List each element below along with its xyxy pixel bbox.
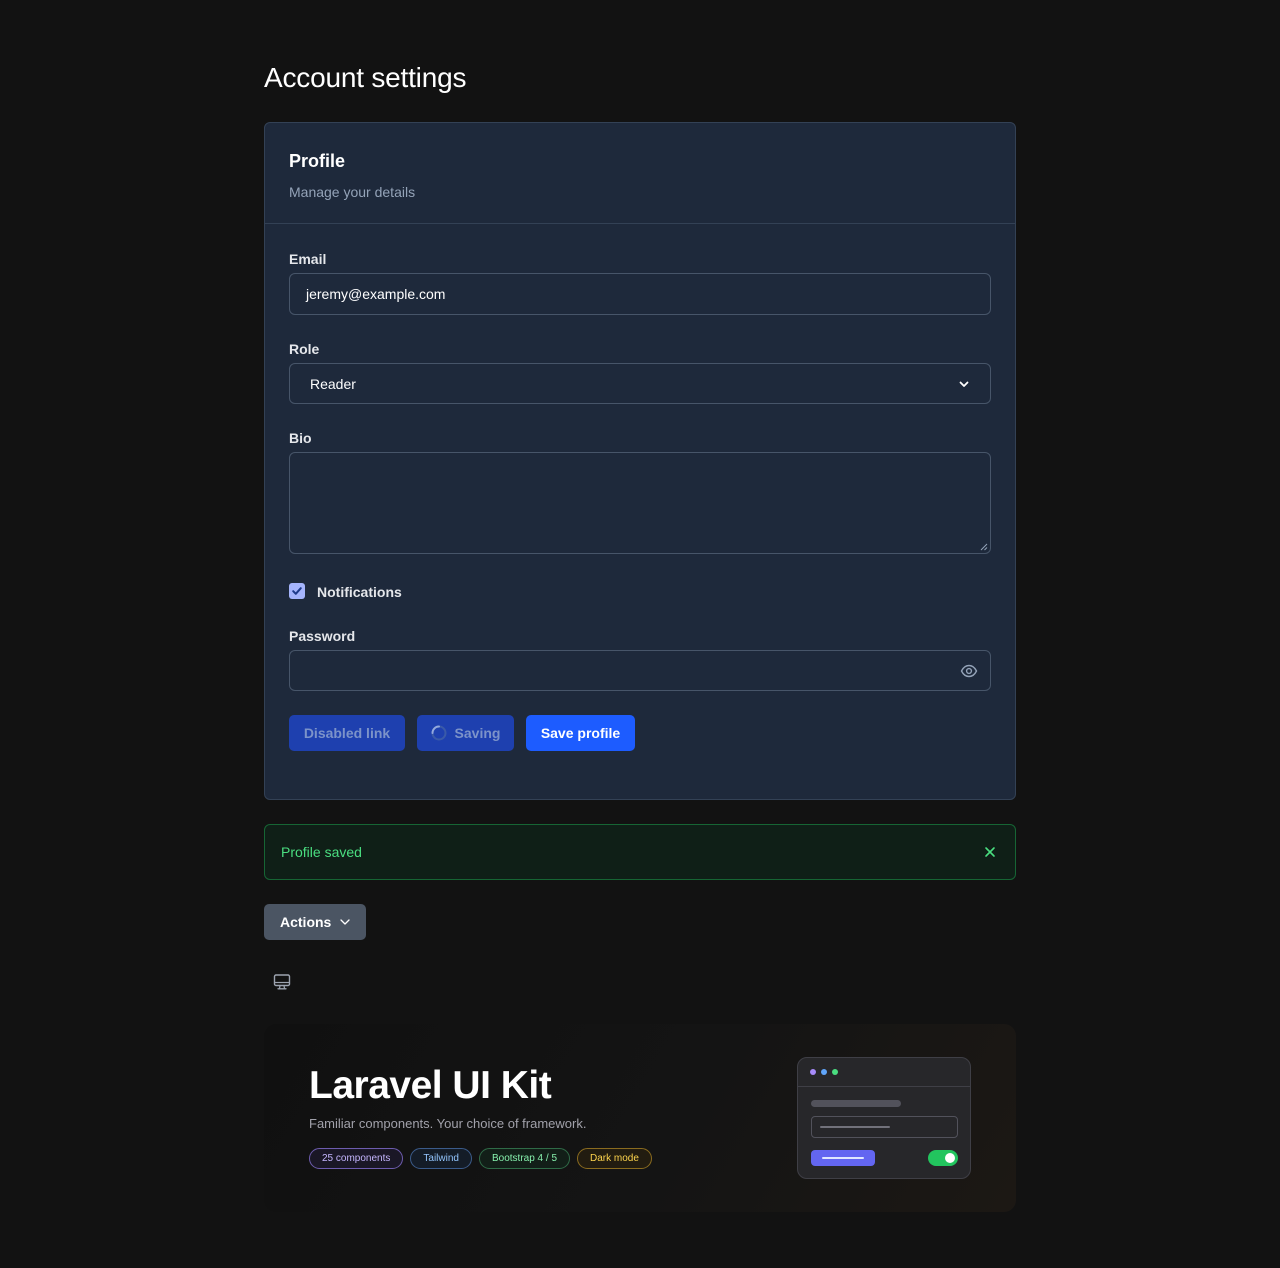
save-profile-button[interactable]: Save profile xyxy=(526,715,635,751)
preview-toggle xyxy=(928,1150,958,1166)
profile-card-title: Profile xyxy=(289,151,346,171)
chevron-down-icon xyxy=(340,919,350,925)
disabled-link-button[interactable]: Disabled link xyxy=(289,715,405,751)
role-select[interactable]: Reader xyxy=(289,363,991,404)
profile-card-subtitle: Manage your details xyxy=(289,184,416,200)
preview-button-text xyxy=(822,1157,864,1159)
email-field[interactable]: jeremy@example.com xyxy=(289,273,991,315)
preview-input-text xyxy=(820,1126,890,1128)
chevron-down-icon xyxy=(959,381,969,387)
promo-banner: Laravel UI Kit Familiar components. Your… xyxy=(264,1024,1016,1212)
notifications-checkbox[interactable] xyxy=(289,583,305,599)
window-dot xyxy=(810,1069,816,1075)
password-field[interactable] xyxy=(289,650,991,691)
close-icon[interactable] xyxy=(983,845,997,859)
saving-button[interactable]: Saving xyxy=(417,715,514,751)
tag-bootstrap: Bootstrap 4 / 5 xyxy=(478,1148,571,1169)
email-label: Email xyxy=(289,251,327,267)
page-title: Account settings xyxy=(264,62,467,93)
promo-title: Laravel UI Kit xyxy=(309,1064,552,1107)
actions-dropdown-button[interactable]: Actions xyxy=(264,904,366,940)
preview-toggle-knob xyxy=(945,1153,955,1163)
success-alert: Profile saved xyxy=(264,824,1016,880)
promo-tags: 25 components Tailwind Bootstrap 4 / 5 D… xyxy=(309,1148,652,1169)
window-dot xyxy=(821,1069,827,1075)
checkmark-icon xyxy=(292,587,302,595)
profile-card-header: Profile Manage your details xyxy=(265,123,1015,224)
alert-message: Profile saved xyxy=(281,844,362,860)
saving-button-label: Saving xyxy=(454,725,501,741)
profile-card: Profile Manage your details Email jeremy… xyxy=(264,122,1016,800)
password-label: Password xyxy=(289,628,356,644)
window-dot xyxy=(832,1069,838,1075)
spinner-icon xyxy=(431,725,447,741)
bio-textarea[interactable] xyxy=(289,452,991,554)
monitor-icon[interactable] xyxy=(272,972,292,992)
resize-handle-icon[interactable] xyxy=(980,543,988,551)
actions-label: Actions xyxy=(280,914,332,930)
preview-input xyxy=(811,1116,958,1138)
promo-subtitle: Familiar components. Your choice of fram… xyxy=(309,1116,587,1131)
notifications-label[interactable]: Notifications xyxy=(317,584,402,600)
role-selected-value: Reader xyxy=(310,375,356,392)
tag-components: 25 components xyxy=(309,1148,404,1169)
role-label: Role xyxy=(289,341,320,357)
email-value: jeremy@example.com xyxy=(306,286,446,302)
window-dots xyxy=(798,1058,970,1087)
tag-tailwind: Tailwind xyxy=(410,1148,472,1169)
preview-button xyxy=(811,1150,875,1166)
preview-heading-line xyxy=(811,1100,901,1107)
bio-label: Bio xyxy=(289,430,312,446)
ui-preview-illustration xyxy=(797,1057,971,1179)
eye-icon[interactable] xyxy=(960,662,978,680)
tag-dark-mode: Dark mode xyxy=(577,1148,652,1169)
